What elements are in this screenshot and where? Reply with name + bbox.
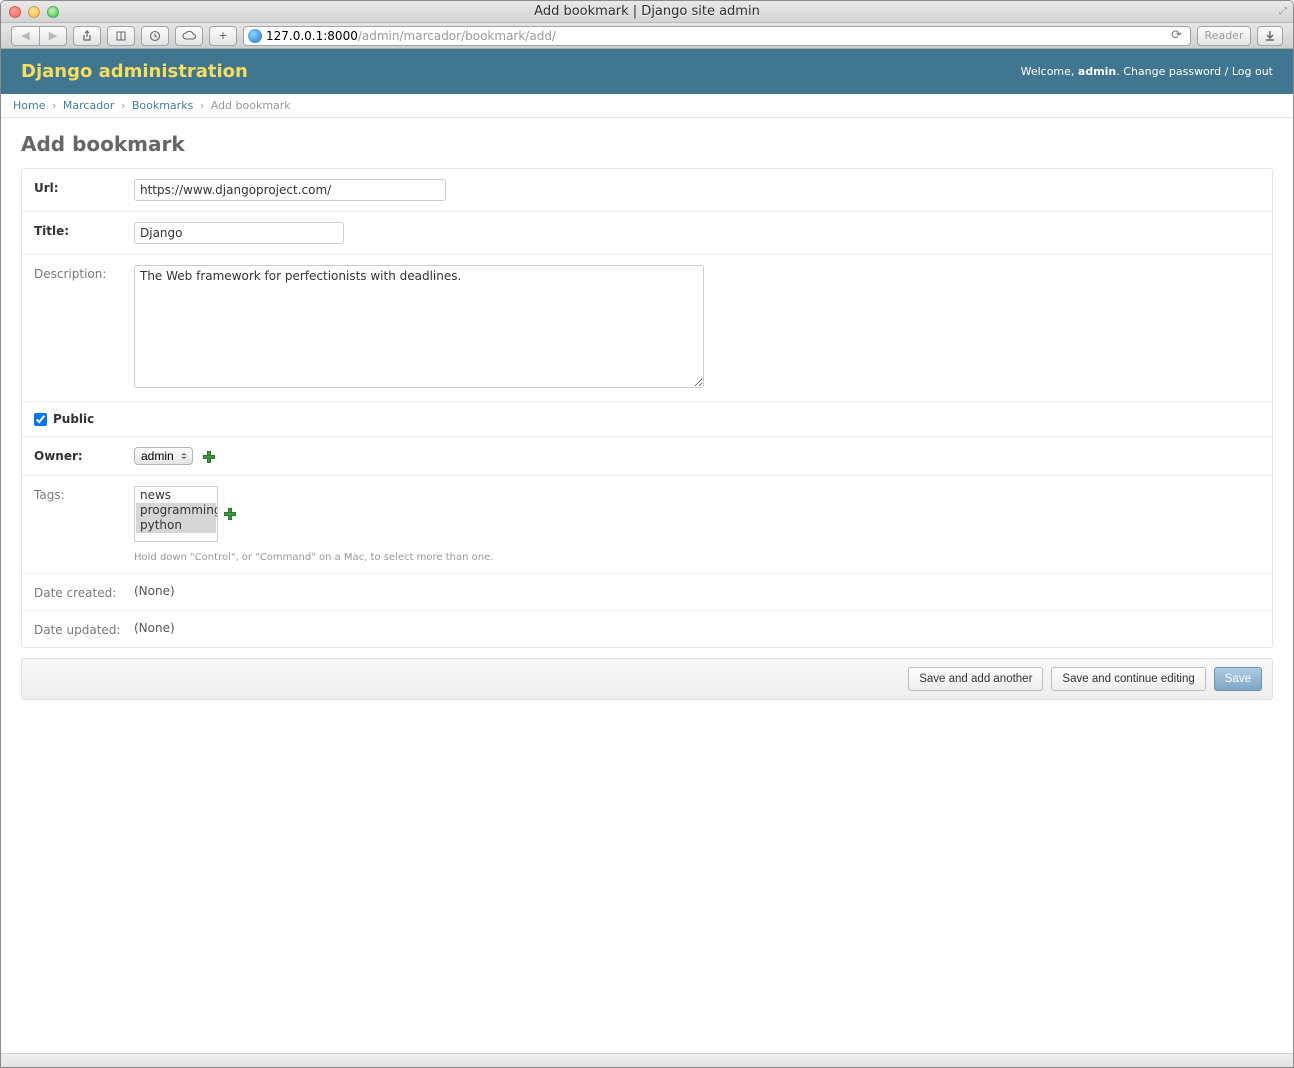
submit-row: Save and add another Save and continue e… [21,658,1273,700]
add-owner-icon[interactable] [203,451,215,463]
reader-button[interactable]: Reader [1197,26,1251,46]
row-owner: Owner: admin [22,437,1272,476]
row-public: Public [22,402,1272,437]
row-tags: Tags: news programming python Hold down … [22,476,1272,574]
add-tag-icon[interactable] [224,508,236,520]
content-main: Add bookmark Url: Title: Description: [1,118,1293,714]
traffic-lights [9,6,59,18]
row-url: Url: [22,169,1272,212]
crumb-sep: › [52,99,56,112]
forward-button[interactable]: ▶ [39,26,67,46]
share-button[interactable] [73,26,101,46]
tag-option[interactable]: news [136,488,216,503]
downloads-button[interactable] [1257,26,1283,46]
add-tab-button[interactable]: + [209,26,237,46]
branding: Django administration [21,61,248,82]
label-title: Title: [34,222,134,244]
tags-multiselect[interactable]: news programming python [134,486,218,542]
window-title: Add bookmark | Django site admin [534,4,760,19]
crumb-sep: › [200,99,204,112]
title-input[interactable] [134,222,344,244]
book-icon [115,30,127,42]
url-text: 127.0.0.1:8000/admin/marcador/bookmark/a… [266,29,556,43]
date-updated-value: (None) [134,621,175,635]
label-description: Description: [34,265,134,391]
save-continue-button[interactable]: Save and continue editing [1051,667,1205,691]
label-owner: Owner: [34,447,134,465]
address-bar[interactable]: 127.0.0.1:8000/admin/marcador/bookmark/a… [243,26,1191,46]
label-date-created: Date created: [34,584,134,600]
download-icon [1264,30,1276,42]
date-created-value: (None) [134,584,175,598]
label-url: Url: [34,179,134,201]
close-window-icon[interactable] [9,6,21,18]
row-date-created: Date created: (None) [22,574,1272,611]
tag-option[interactable]: python [136,518,216,533]
owner-select[interactable]: admin [134,447,193,465]
browser-toolbar: ◀ ▶ + 127.0.0.1:8000/admin/marcador/book… [1,23,1293,49]
empty-space [1,714,1293,1053]
url-path: /admin/marcador/bookmark/add/ [358,29,556,43]
page-title: Add bookmark [21,132,1273,156]
change-password-link[interactable]: Change password [1123,65,1221,78]
row-description: Description: [22,255,1272,402]
breadcrumb: Home › Marcador › Bookmarks › Add bookma… [1,94,1293,118]
reload-icon[interactable]: ⟳ [1167,28,1186,43]
welcome-prefix: Welcome, [1021,65,1078,78]
description-input[interactable] [134,265,704,388]
cloud-icon [182,31,196,41]
crumb-home[interactable]: Home [13,99,45,112]
topsites-button[interactable] [141,26,169,46]
row-title: Title: [22,212,1272,255]
label-tags: Tags: [34,486,134,563]
django-header: Django administration Welcome, admin. Ch… [1,49,1293,94]
user-tools: Welcome, admin. Change password / Log ou… [1021,65,1273,78]
nav-buttons: ◀ ▶ [11,26,67,46]
minimize-window-icon[interactable] [28,6,40,18]
crumb-current: Add bookmark [211,99,291,112]
page-content: Django administration Welcome, admin. Ch… [1,49,1293,1067]
crumb-sep: › [121,99,125,112]
site-favicon-icon [248,29,262,43]
back-button[interactable]: ◀ [11,26,39,46]
save-add-another-button[interactable]: Save and add another [908,667,1043,691]
share-icon [81,30,93,42]
logout-link[interactable]: Log out [1232,65,1273,78]
tags-help: Hold down "Control", or "Command" on a M… [134,552,1260,563]
crumb-model[interactable]: Bookmarks [132,99,193,112]
public-checkbox[interactable] [34,413,47,426]
tag-option[interactable]: programming [136,503,216,518]
save-button[interactable]: Save [1214,667,1262,691]
form-module: Url: Title: Description: [21,168,1273,648]
row-date-updated: Date updated: (None) [22,611,1272,647]
url-input[interactable] [134,179,446,201]
clock-icon [149,30,161,42]
crumb-app[interactable]: Marcador [63,99,115,112]
mac-window: Add bookmark | Django site admin ⤢ ◀ ▶ +… [0,0,1294,1068]
zoom-window-icon[interactable] [47,6,59,18]
label-date-updated: Date updated: [34,621,134,637]
horizontal-scrollbar[interactable] [1,1053,1293,1067]
username: admin [1078,65,1116,78]
url-host: 127.0.0.1:8000 [266,29,358,43]
fullscreen-icon[interactable]: ⤢ [1279,6,1287,17]
label-public: Public [53,412,94,426]
window-titlebar: Add bookmark | Django site admin ⤢ [1,1,1293,23]
bookmarks-button[interactable] [107,26,135,46]
icloud-button[interactable] [175,26,203,46]
